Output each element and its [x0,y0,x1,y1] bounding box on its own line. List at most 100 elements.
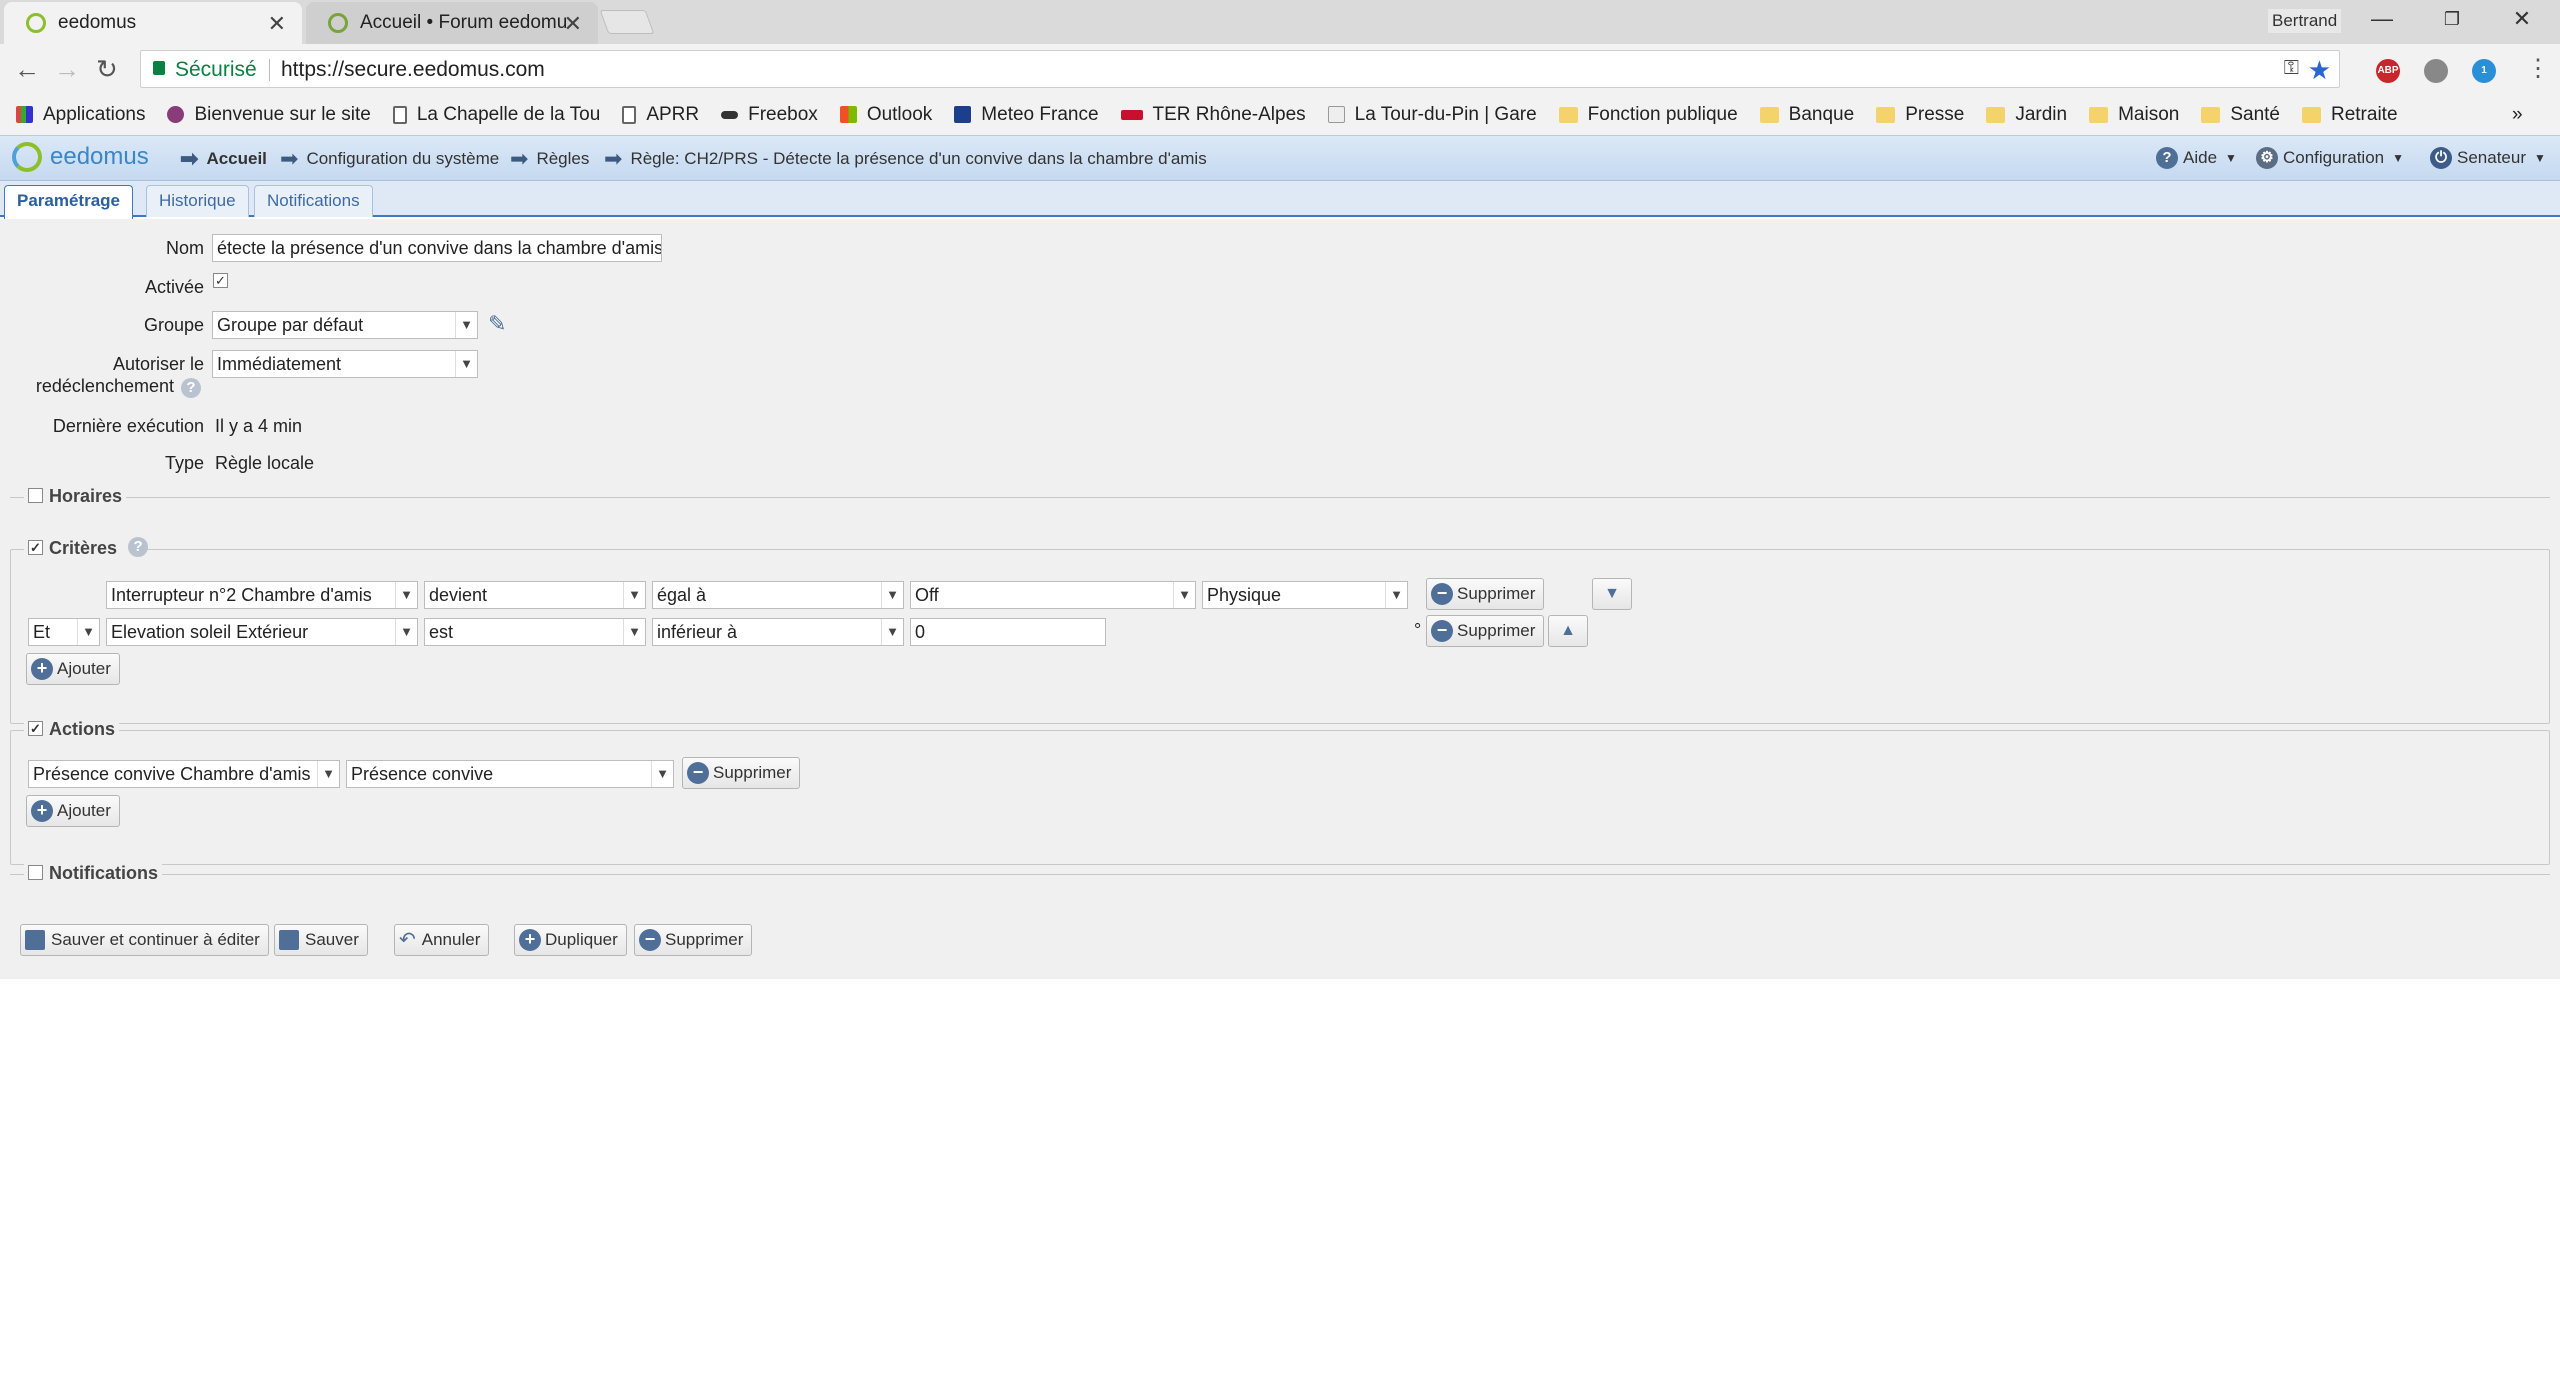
bookmark-folder-sante[interactable]: Santé [2201,104,2280,126]
bookmark-folder-retraite[interactable]: Retraite [2301,104,2398,126]
autoriser-label-line1: Autoriser le [112,354,204,374]
bookmark-star-icon[interactable]: ★ [2308,55,2331,86]
action-1-value-select[interactable]: Présence convive ▼ [346,760,674,788]
help-icon[interactable]: ? [181,378,201,398]
adblock-icon[interactable]: ABP [2376,59,2400,83]
horaires-legend[interactable]: Horaires [24,486,127,507]
criteres-checkbox[interactable]: ✓ [28,539,43,555]
key-icon[interactable]: ⚿ [2284,57,2299,80]
button-label: Annuler [421,930,481,949]
horaires-title: Horaires [49,486,123,506]
notifications-legend[interactable]: Notifications [24,863,163,884]
bookmark-bienvenue[interactable]: Bienvenue sur le site [167,104,371,126]
user-menu[interactable]: ⏻ Senateur ▼ [2430,147,2546,169]
browser-tab-forum[interactable]: Accueil • Forum eedomu ✕ [306,2,598,44]
new-tab-button[interactable] [599,10,655,34]
add-action-button[interactable]: + Ajouter [26,795,120,827]
move-up-button[interactable]: ▲ [1548,615,1588,647]
profile-name[interactable]: Bertrand [2268,9,2342,33]
action-1-remove-button[interactable]: − Supprimer [682,757,801,789]
critere-1-operator-select[interactable]: égal à ▼ [652,581,904,609]
chevron-down-icon: ▼ [1385,582,1407,608]
bookmark-applications[interactable]: Applications [16,104,145,126]
tab-parametrage[interactable]: Paramétrage [4,185,134,219]
notifications-checkbox[interactable] [28,864,43,880]
actions-legend[interactable]: ✓ Actions [24,719,120,740]
caret-down-icon: ▼ [2534,151,2546,165]
back-icon[interactable]: ← [14,54,40,85]
cancel-button[interactable]: ↶ Annuler [394,924,490,956]
button-label: Sauver et continuer à éditer [51,930,260,949]
add-critere-button[interactable]: + Ajouter [26,653,120,685]
save-button[interactable]: Sauver [274,924,368,956]
critere-2-operator-select[interactable]: inférieur à ▼ [652,618,904,646]
minimize-icon[interactable]: — [2362,6,2402,32]
critere-1-value-select[interactable]: Off ▼ [910,581,1196,609]
bookmark-folder-banque[interactable]: Banque [1759,104,1854,126]
breadcrumb-accueil[interactable]: ➡ Accueil [180,148,267,170]
help-menu[interactable]: ? Aide ▼ [2156,147,2237,169]
actions-checkbox[interactable]: ✓ [28,720,43,736]
bookmark-aprr[interactable]: APRR [622,104,699,126]
reload-icon[interactable]: ↻ [96,54,118,85]
chevron-down-icon: ▼ [623,582,645,608]
groupe-select[interactable]: Groupe par défaut ▼ [212,311,478,339]
forward-icon[interactable]: → [54,54,80,85]
critere-2-device-select[interactable]: Elevation soleil Extérieur ▼ [106,618,418,646]
breadcrumb-configuration[interactable]: ➡ Configuration du système [280,148,499,170]
critere-verb-value: devient [429,585,488,605]
bookmark-meteo-france[interactable]: Meteo France [954,104,1099,126]
horaires-checkbox[interactable] [28,487,43,503]
bookmark-la-chapelle[interactable]: La Chapelle de la Tou [392,104,600,126]
ghostery-icon[interactable]: 1 [2472,59,2496,83]
address-bar[interactable]: Sécurisé https://secure.eedomus.com ⚿ ★ [140,50,2340,88]
restore-icon[interactable]: ❐ [2432,9,2472,30]
bookmark-folder-fonction-publique[interactable]: Fonction publique [1558,104,1738,126]
close-tab-icon[interactable]: ✕ [564,11,582,37]
critere-1-device-select[interactable]: Interrupteur n°2 Chambre d'amis ▼ [106,581,418,609]
critere-2-verb-select[interactable]: est ▼ [424,618,646,646]
critere-2-value-input[interactable]: 0 [910,618,1106,646]
tab-notifications[interactable]: Notifications [254,185,373,217]
save-and-continue-button[interactable]: Sauver et continuer à éditer [20,924,269,956]
critere-1-source-select[interactable]: Physique ▼ [1202,581,1408,609]
browser-tab-eedomus[interactable]: eedomus ✕ [4,2,302,44]
configuration-menu[interactable]: ⚙ Configuration ▼ [2256,147,2404,169]
bookmark-folder-presse[interactable]: Presse [1876,104,1964,126]
move-down-button[interactable]: ▼ [1592,578,1632,610]
critere-2-connector-select[interactable]: Et ▼ [28,618,100,646]
plus-circle-icon: + [31,800,53,822]
help-icon[interactable]: ? [128,537,149,558]
critere-1-verb-select[interactable]: devient ▼ [424,581,646,609]
logo-text: eedomus [50,143,149,170]
chevron-down-icon: ▼ [395,582,417,608]
extension-circle-icon[interactable] [2424,59,2448,83]
bookmark-outlook[interactable]: Outlook [839,104,932,126]
criteres-legend[interactable]: ✓ Critères ? [24,537,149,560]
url-text[interactable]: https://secure.eedomus.com [281,58,545,82]
edit-group-pencil-icon[interactable]: ✎ [488,311,506,337]
breadcrumb-regles[interactable]: ➡ Règles [510,148,589,170]
bookmarks-overflow-button[interactable]: » [2512,104,2523,126]
duplicate-button[interactable]: + Dupliquer [514,924,627,956]
bookmark-la-tour-du-pin[interactable]: La Tour-du-Pin | Gare [1327,104,1537,126]
eedomus-logo[interactable]: eedomus [12,142,149,172]
tab-historique[interactable]: Historique [146,185,249,217]
activee-checkbox[interactable]: ✓ [213,273,228,288]
close-window-icon[interactable]: ✕ [2502,6,2542,32]
bookmark-folder-jardin[interactable]: Jardin [1986,104,2067,126]
browser-menu-icon[interactable]: ⋮ [2526,54,2550,83]
site-icon [167,106,185,123]
bookmark-freebox[interactable]: Freebox [721,104,818,126]
close-tab-icon[interactable]: ✕ [268,11,286,37]
critere-1-remove-button[interactable]: − Supprimer [1426,578,1545,610]
bookmark-ter[interactable]: TER Rhône-Alpes [1120,104,1306,126]
nom-input[interactable]: étecte la présence d'un convive dans la … [212,234,662,262]
action-1-device-select[interactable]: Présence convive Chambre d'amis ▼ [28,760,340,788]
bookmark-folder-maison[interactable]: Maison [2089,104,2179,126]
chevron-down-icon: ▼ [651,761,673,787]
autoriser-select[interactable]: Immédiatement ▼ [212,350,478,378]
delete-button[interactable]: − Supprimer [634,924,753,956]
critere-source-value: Physique [1207,585,1282,605]
critere-2-remove-button[interactable]: − Supprimer [1426,615,1545,647]
